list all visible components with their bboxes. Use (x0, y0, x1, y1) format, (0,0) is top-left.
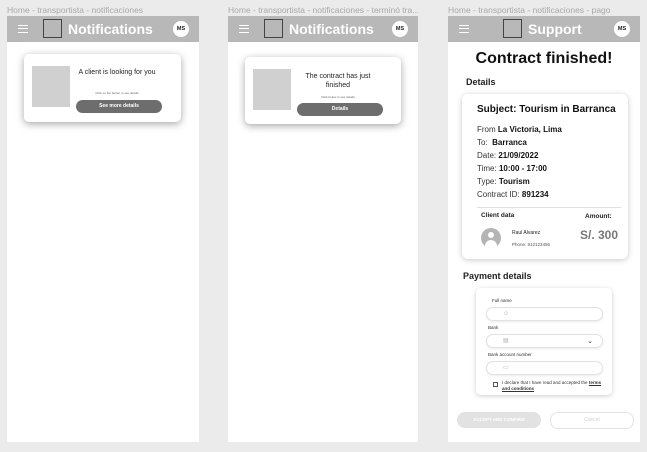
date-label: Date: (477, 151, 497, 160)
details-button[interactable]: Details (297, 103, 383, 116)
client-name: Raul Alvarez (512, 230, 541, 236)
person-icon: ☺ (503, 311, 510, 317)
contract-id-label: Contract ID: (477, 190, 520, 199)
notification-card: The contract has just finished Click bel… (245, 57, 401, 124)
client-phone: Phone: 912123456 (512, 242, 551, 247)
time-row: Time: 10:00 - 17:00 (477, 164, 547, 173)
bank-account-input[interactable]: ▭ (486, 361, 603, 375)
date-value: 21/09/2022 (498, 151, 539, 160)
menu-icon[interactable] (459, 25, 469, 33)
contract-subject: Subject: Tourism in Barranca (477, 104, 616, 115)
terms-checkbox[interactable] (493, 382, 498, 387)
to-label: To: (477, 138, 488, 147)
avatar[interactable]: MS (173, 21, 189, 37)
logo-placeholder (264, 19, 283, 38)
amount-label: Amount: (585, 213, 612, 220)
cancel-button[interactable]: Cancel (550, 412, 634, 429)
notification-subtext: Click on the button to see details (95, 91, 139, 95)
time-value: 10:00 - 17:00 (498, 164, 547, 173)
from-row: From La Victoria, Lima (477, 125, 562, 134)
notification-image (32, 66, 70, 107)
app-bar-title: Notifications (68, 21, 153, 37)
app-bar: Notifications MS (228, 16, 418, 42)
logo-placeholder (43, 19, 62, 38)
amount-value: S/. 300 (580, 228, 619, 242)
menu-icon[interactable] (18, 25, 28, 33)
card-icon: ▭ (503, 365, 509, 371)
notification-message: The contract has just finished (305, 73, 371, 89)
frame-title: Home - transportista - notificaciones - … (448, 5, 611, 15)
logo-placeholder (503, 19, 522, 38)
time-label: Time: (477, 164, 497, 173)
see-more-details-button[interactable]: See more details (76, 100, 162, 113)
type-label: Type: (477, 177, 497, 186)
details-heading: Details (466, 77, 496, 87)
user-avatar-icon (481, 228, 501, 248)
bank-select[interactable]: ▤ ⌄ (486, 334, 603, 348)
avatar[interactable]: MS (392, 21, 408, 37)
notification-message: A client is looking for you (78, 69, 156, 76)
date-row: Date: 21/09/2022 (477, 151, 538, 160)
contract-details-card: Subject: Tourism in Barranca From La Vic… (462, 94, 628, 259)
notifications-screen: Notifications MS A client is looking for… (7, 16, 199, 442)
support-payment-screen: Support MS Contract finished! Details Su… (448, 16, 640, 442)
avatar[interactable]: MS (614, 21, 630, 37)
from-value: La Victoria, Lima (497, 125, 562, 134)
app-bar: Notifications MS (7, 16, 199, 42)
client-data-label: Client data (481, 212, 515, 219)
chevron-down-icon[interactable]: ⌄ (587, 337, 593, 345)
type-value: Tourism (498, 177, 530, 186)
payment-details-heading: Payment details (463, 271, 532, 281)
app-bar: Support MS (448, 16, 640, 42)
frame-title: Home - transportista - notificaciones (7, 5, 144, 15)
bank-icon: ▤ (503, 338, 509, 344)
notification-image (253, 69, 291, 110)
bank-account-label: Bank account number (488, 352, 532, 357)
payment-form-card: Full name ☺ Bank ▤ ⌄ Bank account number… (476, 288, 612, 395)
page-title: Contract finished! (475, 50, 613, 67)
to-value: Barranca (492, 138, 527, 147)
divider (477, 207, 621, 208)
frame-title: Home - transportista - notificaciones - … (228, 5, 418, 15)
full-name-label: Full name (492, 298, 512, 303)
to-row: To: Barranca (477, 138, 527, 147)
terms-declaration: I declare that I have read and accepted … (502, 380, 610, 392)
app-bar-title: Notifications (289, 21, 374, 37)
notifications-screen: Notifications MS The contract has just f… (228, 16, 418, 442)
app-bar-title: Support (528, 21, 582, 37)
menu-icon[interactable] (239, 25, 249, 33)
notification-card: A client is looking for you Click on the… (24, 54, 181, 122)
declaration-text: I declare that I have read and accepted … (502, 380, 588, 385)
from-label: From (477, 125, 496, 134)
contract-id-row: Contract ID: 891234 (477, 190, 549, 199)
notification-subtext: Click below to see details (321, 95, 355, 99)
full-name-input[interactable]: ☺ (486, 307, 603, 321)
type-row: Type: Tourism (477, 177, 530, 186)
contract-id-value: 891234 (521, 190, 549, 199)
bank-label: Bank (488, 325, 499, 330)
accept-and-confirm-button[interactable]: ACCEPT AND CONFIRM (457, 412, 541, 428)
